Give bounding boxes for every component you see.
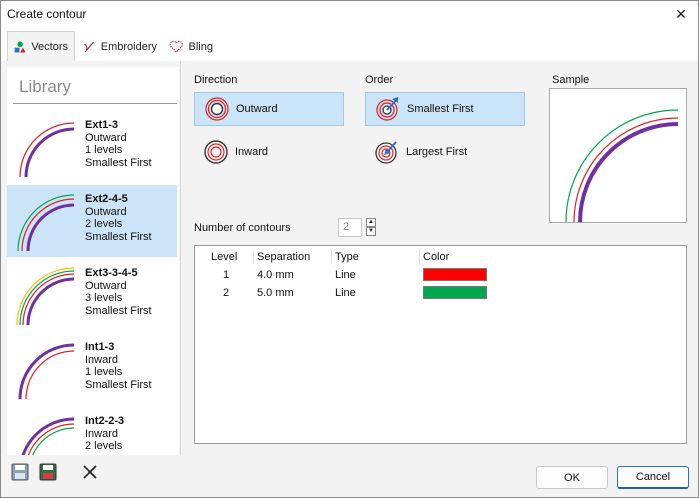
- tab-bling-label: Bling: [188, 40, 213, 53]
- library-item-name: Int1-3: [85, 341, 115, 353]
- close-button[interactable]: ✕: [664, 1, 698, 27]
- column-header-type[interactable]: Type: [335, 251, 359, 263]
- library-item-name: Int2-2-3: [85, 415, 125, 427]
- spin-down-icon[interactable]: ▼: [366, 227, 376, 236]
- order-smallest-first-option[interactable]: Smallest First: [365, 92, 525, 126]
- sample-preview: [549, 88, 687, 223]
- library-item-direction: Outward: [85, 279, 127, 292]
- create-contour-dialog: Create contour ✕ Vectors Embroidery Blin…: [0, 0, 699, 498]
- direction-outward-option[interactable]: Outward: [194, 92, 344, 126]
- column-header-separation[interactable]: Separation: [257, 251, 310, 263]
- library-item-text: Int1-3 Inward 1 levels Smallest First: [85, 341, 152, 391]
- spin-up-icon[interactable]: ▲: [366, 218, 376, 227]
- library-item-direction: Inward: [85, 353, 119, 366]
- library-item-int2-2-3[interactable]: Int2-2-3 Inward 2 levels: [7, 407, 177, 455]
- window-title: Create contour: [7, 7, 87, 21]
- library-panel[interactable]: Library Ext1-3 Outward 1 levels Smallest…: [7, 67, 179, 455]
- tab-embroidery-label: Embroidery: [100, 40, 157, 53]
- order-largest-first-option[interactable]: Largest First: [365, 135, 525, 169]
- contours-count-spinner[interactable]: ▲ ▼: [366, 218, 376, 237]
- contour-preview-icon: [16, 267, 75, 326]
- library-item-levels: 1 levels: [85, 366, 123, 378]
- sample-contour-graphic: [565, 109, 679, 223]
- library-item-text: Int2-2-3 Inward 2 levels: [85, 415, 124, 453]
- library-item-levels: 1 levels: [85, 144, 123, 156]
- direction-outward-label: Outward: [236, 103, 278, 115]
- library-item-levels: 2 levels: [85, 440, 123, 452]
- library-item-name: Ext3-3-4-5: [85, 267, 138, 279]
- contour-preview-icon: [18, 343, 75, 400]
- library-item-levels: 3 levels: [85, 292, 123, 304]
- contour-preview-icon: [21, 417, 75, 455]
- direction-label: Direction: [194, 74, 238, 86]
- row-level: 2: [223, 287, 230, 299]
- library-item-levels: 2 levels: [85, 218, 123, 230]
- library-item-direction: Outward: [85, 131, 127, 144]
- tab-embroidery[interactable]: Embroidery: [77, 32, 163, 61]
- row-color-swatch[interactable]: [423, 286, 487, 299]
- direction-inward-option[interactable]: Inward: [194, 135, 344, 169]
- delete-icon[interactable]: [81, 463, 99, 481]
- column-divider[interactable]: [419, 250, 420, 264]
- save-as-icon[interactable]: [39, 463, 57, 481]
- order-smallest-first-label: Smallest First: [407, 103, 474, 115]
- close-icon: ✕: [675, 5, 687, 22]
- outward-contour-icon: [205, 97, 229, 121]
- contours-count-label: Number of contours: [194, 222, 291, 234]
- smallest-first-icon: [376, 97, 398, 121]
- column-divider[interactable]: [253, 250, 254, 264]
- row-type[interactable]: Line: [335, 287, 356, 299]
- library-item-name: Ext1-3: [85, 119, 119, 131]
- vectors-icon: [14, 41, 26, 52]
- direction-inward-label: Inward: [235, 146, 269, 158]
- dialog-footer: OK Cancel: [1, 455, 698, 497]
- tab-vectors-label: Vectors: [31, 40, 68, 53]
- ok-button[interactable]: OK: [536, 466, 608, 489]
- levels-table[interactable]: Level Separation Type Color 1 4.0 mm Lin…: [194, 245, 687, 444]
- sample-label: Sample: [552, 74, 590, 86]
- column-header-color[interactable]: Color: [423, 251, 449, 263]
- library-item-order: Smallest First: [85, 378, 152, 391]
- cancel-button[interactable]: Cancel: [617, 466, 689, 489]
- save-icon[interactable]: [11, 463, 29, 481]
- row-type[interactable]: Line: [335, 269, 356, 281]
- tab-bar: Vectors Embroidery Bling: [1, 27, 698, 61]
- inward-contour-icon: [204, 140, 228, 164]
- row-color-swatch[interactable]: [423, 268, 487, 281]
- embroidery-needle-icon: [84, 41, 95, 52]
- library-item-order: Smallest First: [85, 230, 152, 243]
- bling-heart-icon: [169, 40, 183, 53]
- column-header-level[interactable]: Level: [211, 251, 237, 263]
- library-item-order: Smallest First: [85, 304, 152, 317]
- library-item-name: Ext2-4-5: [85, 193, 128, 205]
- order-label: Order: [365, 74, 394, 86]
- library-item-int1-3[interactable]: Int1-3 Inward 1 levels Smallest First: [7, 333, 177, 405]
- library-item-order: Smallest First: [85, 156, 152, 169]
- library-item-ext3-3-4-5[interactable]: Ext3-3-4-5 Outward 3 levels Smallest Fir…: [7, 259, 177, 331]
- library-item-ext2-4-5[interactable]: Ext2-4-5 Outward 2 levels Smallest First: [7, 185, 177, 257]
- tab-vectors[interactable]: Vectors: [7, 31, 75, 61]
- row-separation[interactable]: 5.0 mm: [257, 287, 294, 299]
- title-bar: Create contour ✕: [1, 1, 698, 27]
- tab-content: Library Ext1-3 Outward 1 levels Smallest…: [1, 61, 698, 455]
- library-divider: [13, 103, 177, 104]
- tab-bling[interactable]: Bling: [163, 32, 219, 61]
- library-title: Library: [19, 77, 71, 96]
- contours-count-input[interactable]: 2: [338, 218, 362, 237]
- contour-preview-icon: [19, 122, 75, 178]
- library-item-text: Ext2-4-5 Outward 2 levels Smallest First: [85, 193, 152, 243]
- library-item-direction: Outward: [85, 205, 127, 218]
- library-item-ext1-3[interactable]: Ext1-3 Outward 1 levels Smallest First: [7, 111, 177, 183]
- panel-divider: [180, 61, 181, 455]
- order-largest-first-label: Largest First: [406, 146, 468, 158]
- library-item-text: Ext3-3-4-5 Outward 3 levels Smallest Fir…: [85, 267, 152, 317]
- contour-preview-icon: [17, 194, 75, 252]
- library-item-direction: Inward: [85, 427, 119, 440]
- row-level: 1: [223, 269, 230, 281]
- row-separation[interactable]: 4.0 mm: [257, 269, 294, 281]
- library-item-text: Ext1-3 Outward 1 levels Smallest First: [85, 119, 152, 169]
- column-divider[interactable]: [331, 250, 332, 264]
- largest-first-icon: [375, 141, 397, 164]
